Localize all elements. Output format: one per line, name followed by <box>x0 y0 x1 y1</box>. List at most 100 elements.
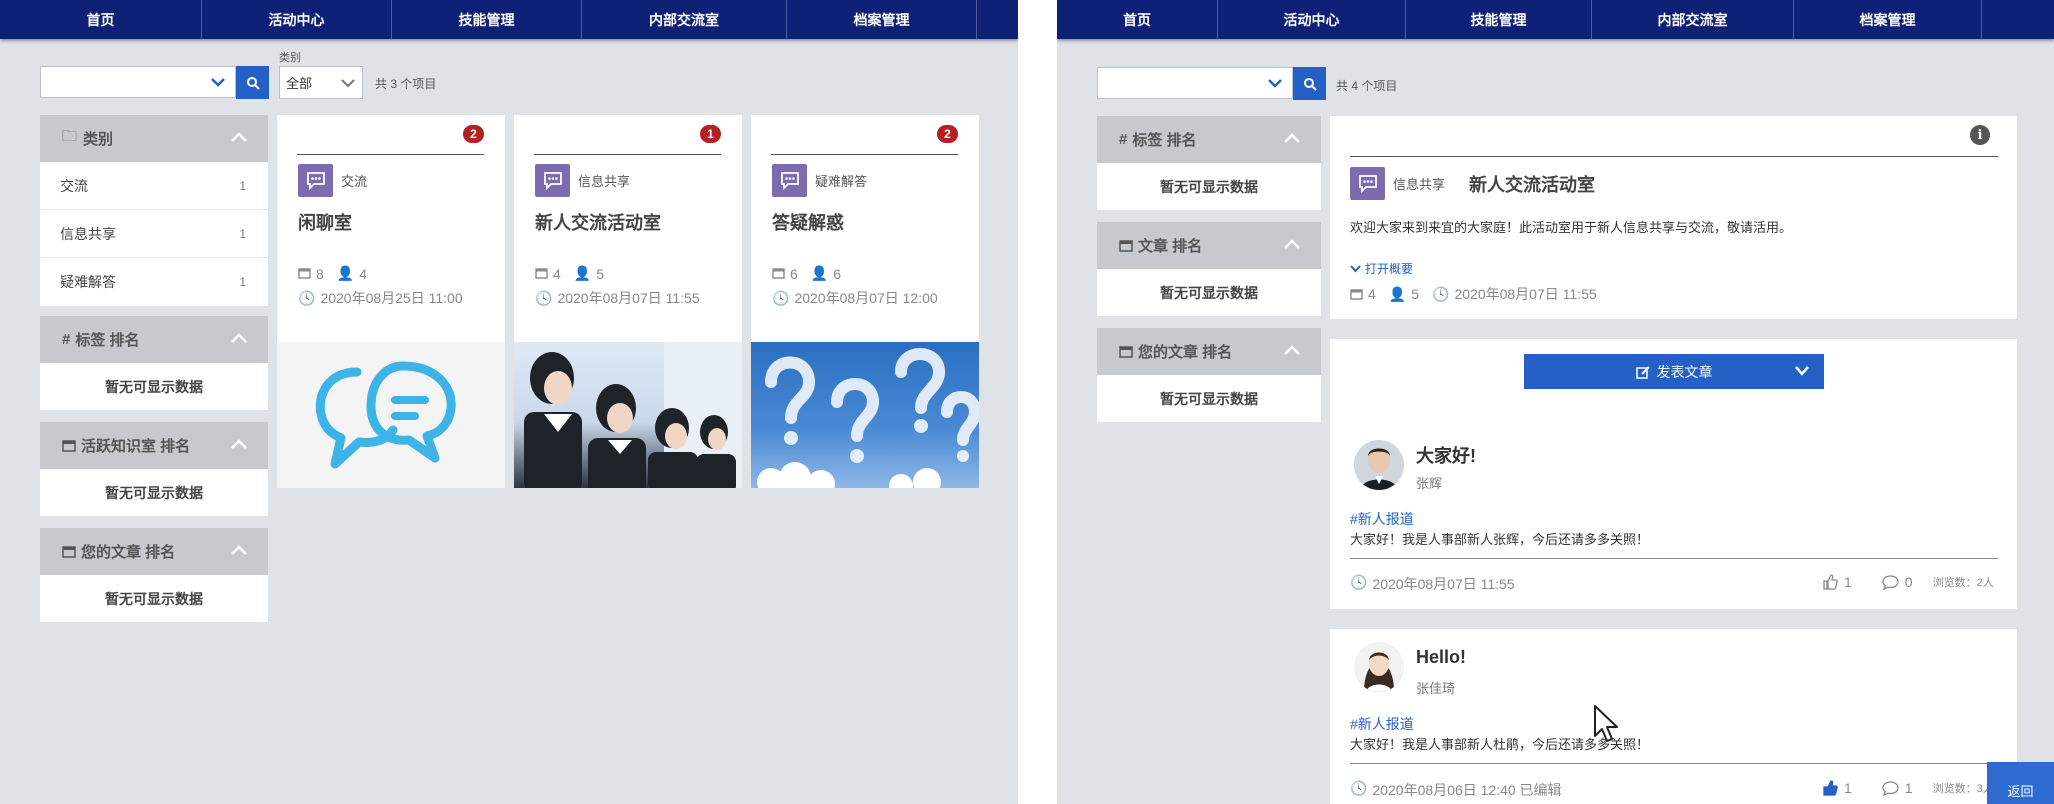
business-people-photo <box>514 342 742 488</box>
nav-extra[interactable] <box>1981 0 2054 39</box>
chevron-up-icon <box>1284 345 1300 355</box>
room-title[interactable]: 答疑解惑 <box>772 209 844 235</box>
article-tag[interactable]: #新人报道 <box>1350 509 1414 529</box>
comment-count: 1 <box>1904 780 1913 796</box>
nav-activity-center[interactable]: 活动中心 <box>1217 0 1405 39</box>
article-date: 2020年08月06日 12:40 已编辑 <box>1372 782 1562 798</box>
chevron-up-icon <box>231 333 247 343</box>
room-card[interactable]: 2 交流 闲聊室 8 👤 4 🕓 2020年08月25日 11:00 <box>277 115 505 488</box>
chevron-up-icon <box>231 545 247 555</box>
room-description: 欢迎大家来到来宜的大家庭！此活动室用于新人信息共享与交流，敬请活用。 <box>1350 220 1793 235</box>
nav-internal-room[interactable]: 内部交流室 <box>1591 0 1793 39</box>
unread-badge: 1 <box>700 125 721 143</box>
window-icon <box>62 439 76 452</box>
my-article-rank-header[interactable]: 您的文章 排名 <box>40 528 268 575</box>
expand-summary-link[interactable]: 打开概要 <box>1350 260 1413 277</box>
chevron-down-icon <box>211 78 225 87</box>
expand-summary-label: 打开概要 <box>1365 262 1414 276</box>
no-data-text: 暂无可显示数据 <box>1160 284 1258 301</box>
article-title[interactable]: Hello! <box>1416 647 1466 668</box>
unread-badge: 2 <box>463 125 484 143</box>
category-item[interactable]: 交流 1 <box>40 162 268 210</box>
active-room-rank-section: 活跃知识室 排名 暂无可显示数据 <box>40 422 268 516</box>
back-button[interactable]: 返回 <box>1987 762 2054 804</box>
window-icon <box>1350 288 1363 300</box>
hash-icon: # <box>62 331 71 348</box>
room-category: 疑难解答 <box>815 174 868 189</box>
nav-home[interactable]: 首页 <box>1057 0 1217 39</box>
nav-home[interactable]: 首页 <box>0 0 201 39</box>
search-button[interactable] <box>236 66 269 99</box>
comment-icon[interactable] <box>1882 574 1899 590</box>
room-card[interactable]: 2 疑难解答 答疑解惑 6 👤 6 🕓 2020年08月07日 12:00 <box>751 115 979 488</box>
like-count: 1 <box>1844 780 1852 796</box>
article-card[interactable]: Hello! 张佳琦 #新人报道 大家好！我是人事部新人杜鹃，今后还请多多关照！… <box>1330 629 2017 804</box>
active-room-rank-header[interactable]: 活跃知识室 排名 <box>40 422 268 469</box>
window-icon <box>1119 239 1133 252</box>
tag-rank-title: 标签 排名 <box>75 332 140 349</box>
divider <box>1350 156 1998 157</box>
category-item[interactable]: 疑难解答 1 <box>40 258 268 306</box>
nav-skill-management[interactable]: 技能管理 <box>391 0 581 39</box>
search-dropdown[interactable] <box>1097 67 1293 99</box>
divider <box>1350 558 1998 559</box>
my-article-rank-header[interactable]: 您的文章 排名 <box>1097 328 1321 375</box>
article-count: 8 <box>316 265 324 282</box>
chevron-down-icon[interactable] <box>1794 365 1810 377</box>
article-count: 4 <box>1368 286 1376 302</box>
post-article-button[interactable]: 发表文章 <box>1524 354 1824 389</box>
divider <box>534 154 721 155</box>
chevron-down-icon <box>341 79 355 88</box>
divider <box>771 154 958 155</box>
room-card[interactable]: 1 信息共享 新人交流活动室 4 👤 5 🕓 2020年08月07日 11:55 <box>514 115 742 488</box>
article-tag[interactable]: #新人报道 <box>1350 714 1414 734</box>
category-section-header[interactable]: 🗀 类别 <box>40 115 268 162</box>
clock-icon: 🕓 <box>1350 574 1368 590</box>
nav-activity-center[interactable]: 活动中心 <box>201 0 391 39</box>
article-author: 张辉 <box>1416 476 1443 491</box>
room-date: 2020年08月07日 11:55 <box>557 290 700 306</box>
article-card[interactable]: 大家好! 张辉 #新人报道 大家好！我是人事部新人张辉，今后还请多多关照！ 🕓 … <box>1330 424 2017 609</box>
nav-skill-management[interactable]: 技能管理 <box>1405 0 1591 39</box>
category-filter-select[interactable]: 全部 <box>279 66 363 99</box>
thumbs-up-icon[interactable] <box>1822 780 1838 796</box>
tag-rank-header[interactable]: # 标签 排名 <box>1097 116 1321 163</box>
clock-icon: 🕓 <box>535 289 553 306</box>
active-room-rank-title: 活跃知识室 排名 <box>81 438 191 455</box>
no-data-text: 暂无可显示数据 <box>1160 178 1258 195</box>
no-data-text: 暂无可显示数据 <box>105 484 203 501</box>
window-icon <box>535 268 548 279</box>
comment-count: 0 <box>1904 574 1913 590</box>
nav-extra[interactable] <box>976 0 1018 39</box>
like-count: 1 <box>1844 574 1852 590</box>
article-title[interactable]: 大家好! <box>1416 442 1476 468</box>
search-icon <box>1303 77 1317 91</box>
room-title[interactable]: 闲聊室 <box>298 209 352 235</box>
search-dropdown[interactable] <box>40 66 236 98</box>
my-article-rank-title: 您的文章 排名 <box>1138 344 1233 361</box>
search-button[interactable] <box>1293 67 1326 100</box>
room-title[interactable]: 新人交流活动室 <box>535 209 661 235</box>
chevron-down-icon <box>1268 79 1282 88</box>
thumbs-up-icon[interactable] <box>1822 574 1838 590</box>
window-icon <box>772 268 785 279</box>
category-section: 🗀 类别 交流 1 信息共享 1 疑难解答 1 <box>40 115 268 306</box>
post-article-label: 发表文章 <box>1656 363 1713 380</box>
room-category: 交流 <box>341 174 368 189</box>
article-date-row: 🕓 2020年08月06日 12:40 已编辑 <box>1350 780 1562 800</box>
tag-rank-header[interactable]: # 标签 排名 <box>40 316 268 363</box>
window-icon <box>1119 345 1133 358</box>
category-item[interactable]: 信息共享 1 <box>40 210 268 258</box>
article-rank-header[interactable]: 文章 排名 <box>1097 222 1321 269</box>
nav-archive-management[interactable]: 档案管理 <box>786 0 976 39</box>
room-category: 信息共享 <box>1393 177 1446 192</box>
nav-archive-management[interactable]: 档案管理 <box>1793 0 1981 39</box>
info-icon[interactable]: i <box>1970 125 1990 145</box>
my-article-rank-section: 您的文章 排名 暂无可显示数据 <box>1097 328 1321 422</box>
view-count: 浏览数：3人 <box>1932 783 1994 795</box>
user-icon: 👤 <box>336 265 355 281</box>
comment-icon[interactable] <box>1882 780 1899 796</box>
mouse-cursor-icon <box>1594 705 1618 742</box>
nav-internal-room[interactable]: 内部交流室 <box>581 0 786 39</box>
window-icon <box>62 545 76 558</box>
